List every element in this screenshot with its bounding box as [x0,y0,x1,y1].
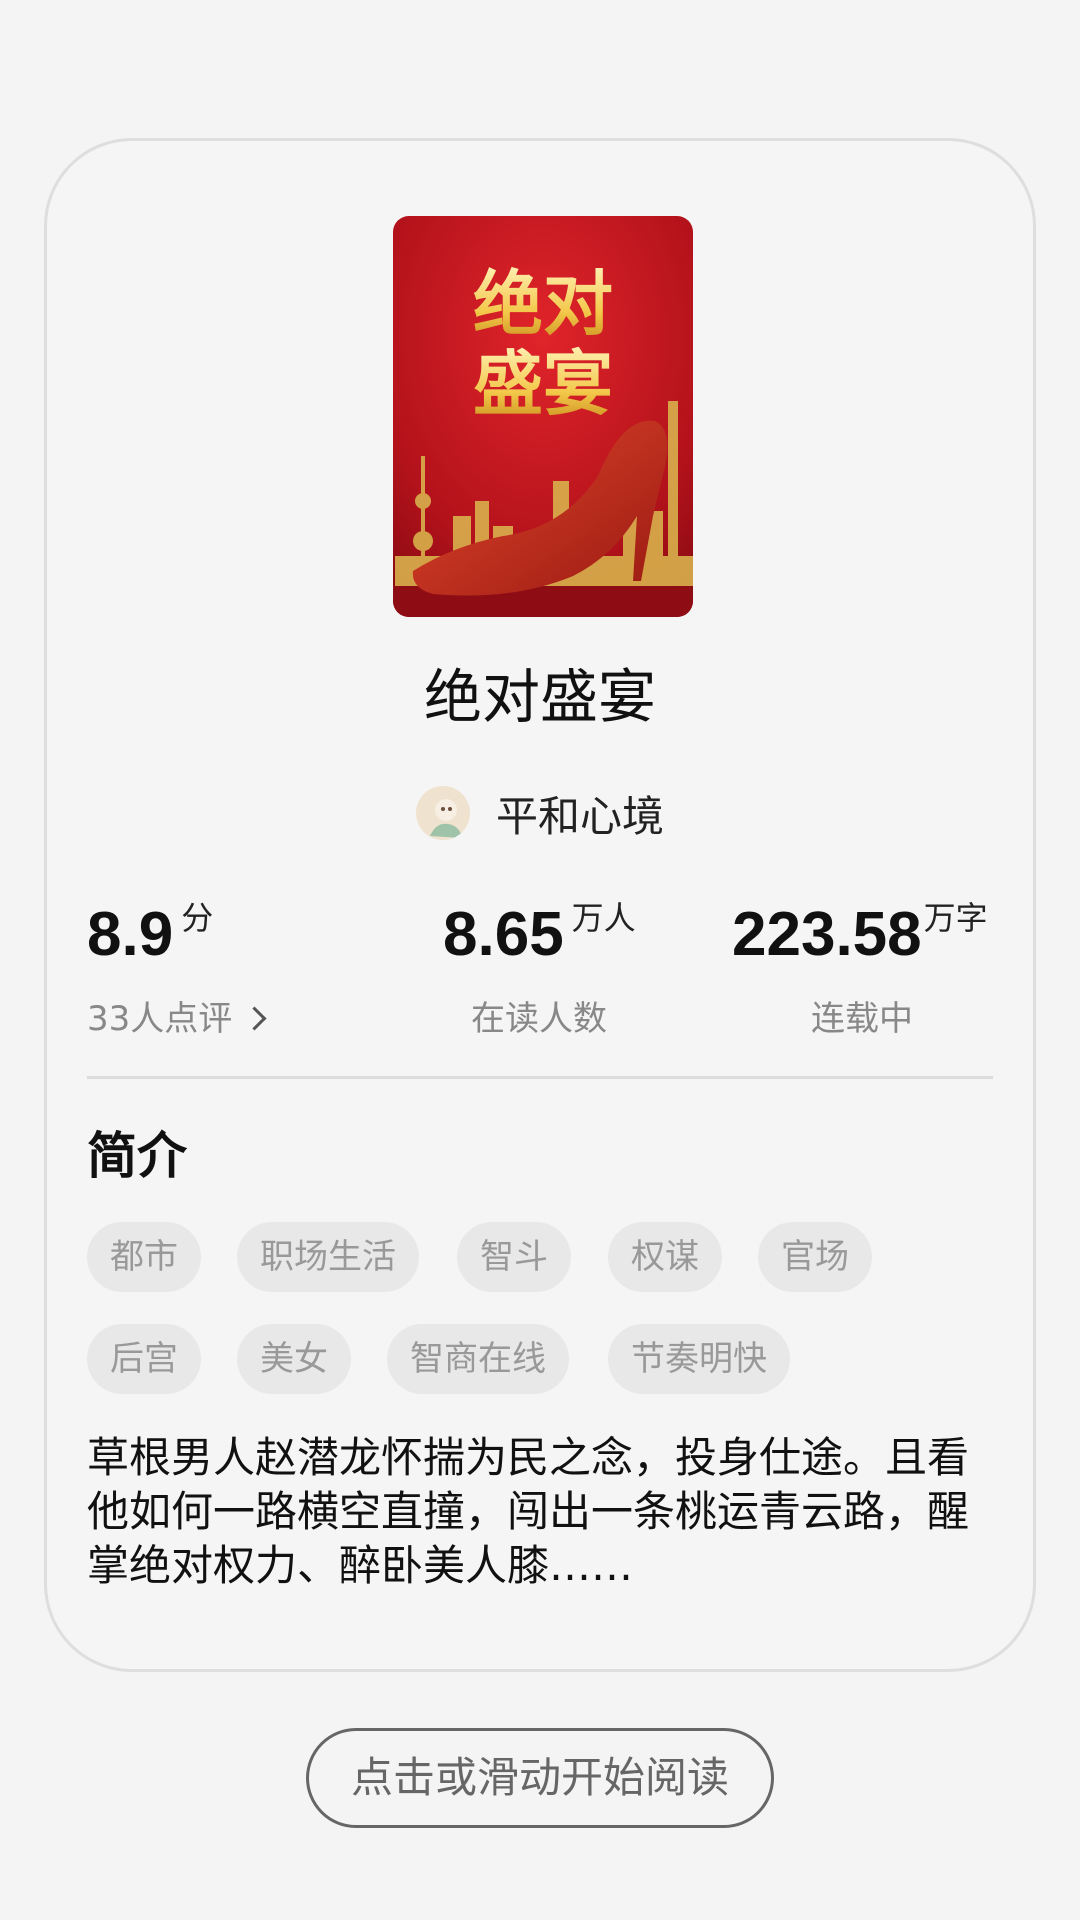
book-cover[interactable]: 绝对 盛宴 [393,216,693,617]
tag-item[interactable]: 官场 [758,1222,872,1292]
tag-item[interactable]: 都市 [87,1222,201,1292]
rating-stat: 8.9 分 [87,899,213,966]
rating-value: 8.9 [87,900,174,969]
tag-item[interactable]: 美女 [237,1324,351,1394]
book-info-card: 绝对 盛宴 绝对盛宴 平和心境 8.9 分 33人点评 8.65 万人 在读人数… [44,138,1036,1672]
words-stat: 223.58万字 [732,899,988,966]
cover-title-line2: 盛宴 [473,343,613,425]
readers-unit: 万人 [571,899,636,937]
cover-illustration: 绝对 盛宴 [393,216,693,617]
book-detail-page: 绝对 盛宴 绝对盛宴 平和心境 8.9 分 33人点评 8.65 万人 在读人数… [0,0,1080,1920]
divider [87,1076,993,1079]
words-value: 223.58 [732,900,922,969]
book-description: 草根男人赵潜龙怀揣为民之念，投身仕途。且看他如何一路横空直撞，闯出一条桃运青云路… [87,1433,970,1590]
cover-title-line1: 绝对 [473,263,613,345]
book-title: 绝对盛宴 [423,663,656,731]
rating-label[interactable]: 33人点评 [87,999,232,1039]
start-reading-button[interactable]: 点击或滑动开始阅读 [306,1728,774,1828]
tag-item[interactable]: 节奏明快 [608,1324,790,1394]
tag-item[interactable]: 后宫 [87,1324,201,1394]
author-name[interactable]: 平和心境 [496,783,664,844]
readers-stat: 8.65 万人 [443,899,636,966]
tag-item[interactable]: 智斗 [457,1222,571,1292]
author-row[interactable]: 平和心境 [47,784,1033,842]
serial-status-label: 连载中 [811,999,913,1039]
author-avatar[interactable] [415,786,470,840]
rating-unit: 分 [181,899,214,937]
intro-heading: 简介 [87,1127,187,1185]
readers-value: 8.65 [443,900,564,969]
tag-item[interactable]: 职场生活 [237,1222,419,1292]
tag-item[interactable]: 智商在线 [387,1324,569,1394]
readers-label: 在读人数 [471,999,607,1039]
chevron-right-icon [242,1006,267,1031]
words-unit: 万字 [923,899,988,937]
tag-item[interactable]: 权谋 [608,1222,722,1292]
rating-reviews-link[interactable]: 33人点评 [87,991,267,1040]
